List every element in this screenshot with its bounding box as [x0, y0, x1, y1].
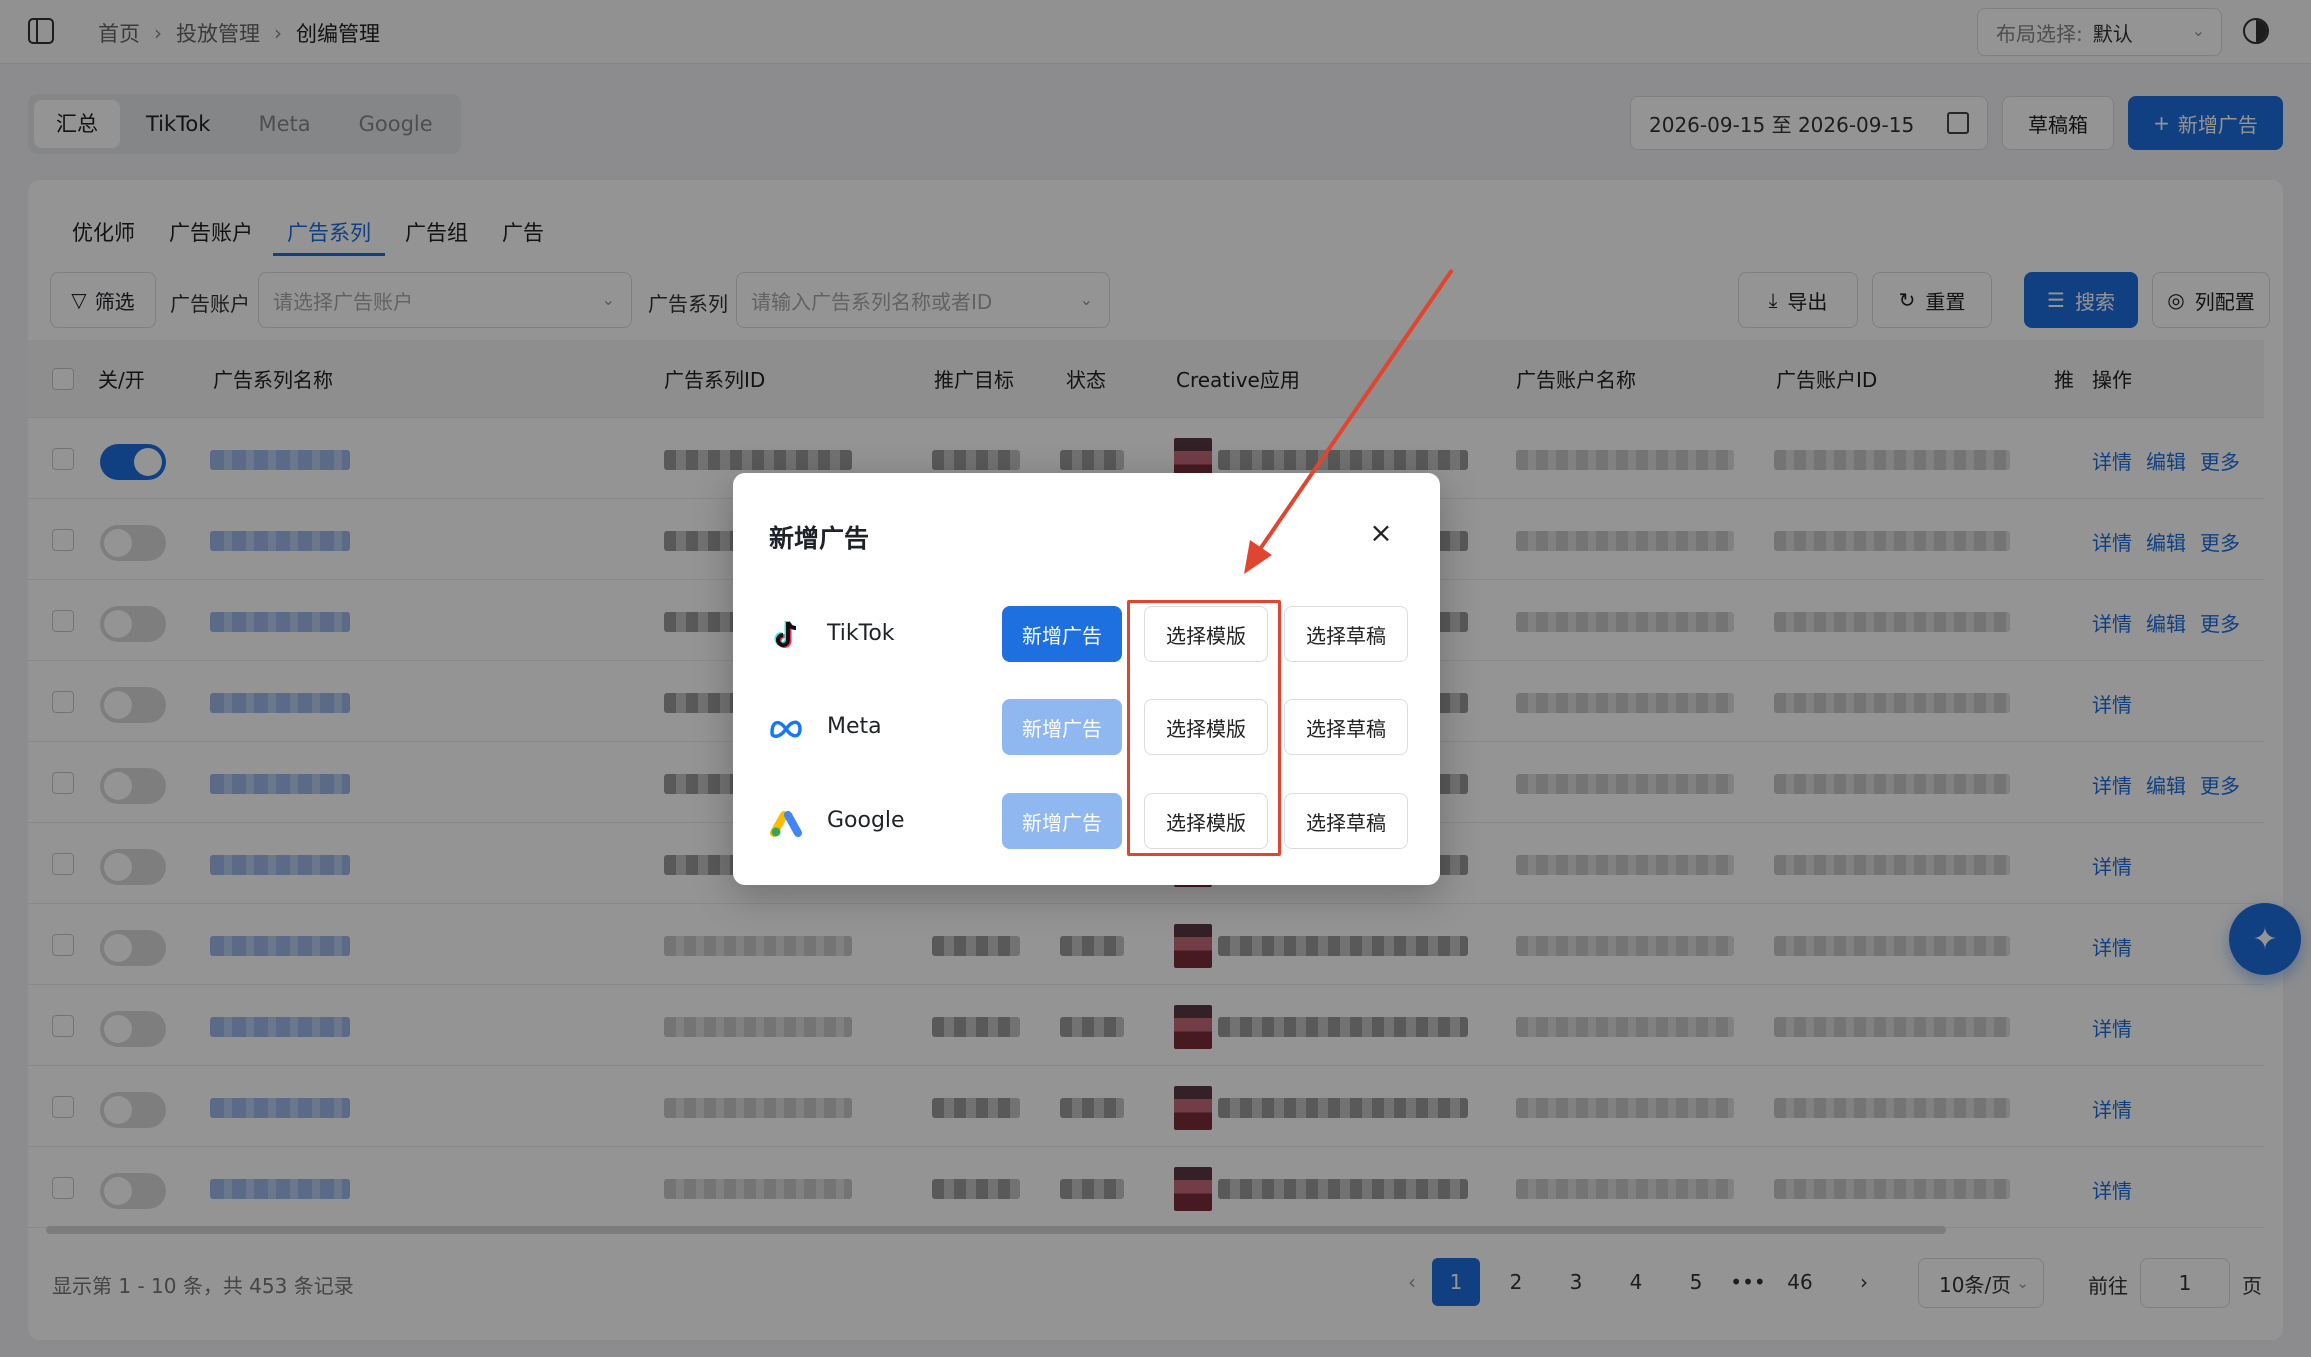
- tiktok-add-button[interactable]: 新增广告: [1002, 606, 1122, 662]
- meta-icon: [770, 720, 802, 738]
- google-ads-icon: [770, 811, 802, 837]
- modal-title: 新增广告: [769, 524, 870, 553]
- platform-name: Google: [827, 808, 905, 833]
- close-icon[interactable]: ×: [1365, 517, 1397, 549]
- platform-name: TikTok: [827, 621, 895, 646]
- tiktok-draft-button[interactable]: 选择草稿: [1284, 606, 1408, 662]
- tiktok-icon: [774, 621, 797, 648]
- annotation-highlight-box: [1127, 600, 1281, 856]
- google-add-button[interactable]: 新增广告: [1002, 793, 1122, 849]
- meta-draft-button[interactable]: 选择草稿: [1284, 699, 1408, 755]
- modal-row-google: Google 新增广告 选择模版 选择草稿: [769, 793, 1409, 851]
- platform-name: Meta: [827, 714, 882, 739]
- new-ad-modal: 新增广告 × TikTok 新增广告 选择模版 选择草稿 Meta 新增广告 选…: [733, 473, 1440, 885]
- google-draft-button[interactable]: 选择草稿: [1284, 793, 1408, 849]
- meta-add-button[interactable]: 新增广告: [1002, 699, 1122, 755]
- modal-row-tiktok: TikTok 新增广告 选择模版 选择草稿: [769, 606, 1409, 664]
- modal-row-meta: Meta 新增广告 选择模版 选择草稿: [769, 699, 1409, 757]
